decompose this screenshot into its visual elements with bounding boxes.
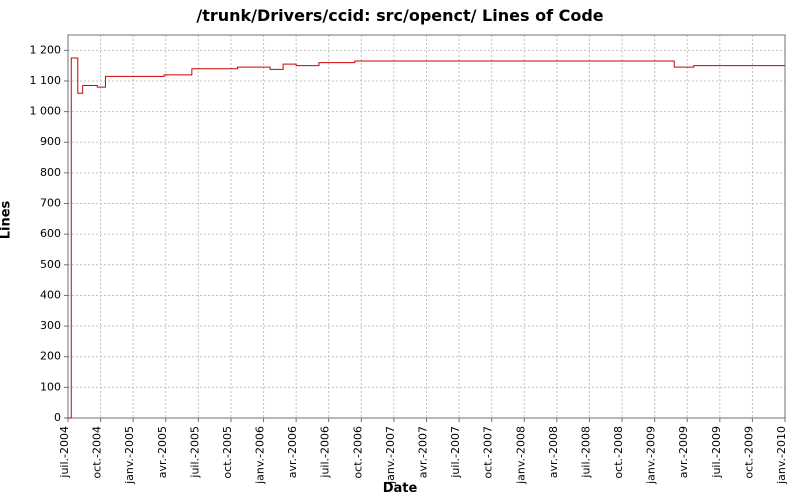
x-tick-label: janv.-2009 [645, 426, 658, 485]
x-tick-label: janv.-2008 [514, 426, 527, 485]
x-tick-label: oct.-2008 [612, 426, 625, 479]
x-tick-label: oct.-2004 [91, 426, 104, 479]
x-tick-label: oct.-2005 [221, 426, 234, 479]
y-tick-label: 1 000 [30, 105, 62, 118]
chart-svg: 0 100 200 300 400 500 600 700 800 900 1 000 1 100 1 … [0, 0, 800, 500]
x-tick-label: juil.-2004 [58, 426, 71, 479]
x-tick-label: avr.-2008 [547, 426, 560, 478]
y-tick-label: 1 100 [30, 74, 62, 87]
y-tick-label: 0 [54, 411, 61, 424]
y-tick-label: 100 [40, 380, 61, 393]
x-tick-label: janv.-2010 [775, 426, 788, 485]
y-tick-label: 500 [40, 258, 61, 271]
y-tick-label: 700 [40, 197, 61, 210]
x-tick-label: avr.-2006 [286, 426, 299, 478]
x-tick-label: oct.-2006 [351, 426, 364, 479]
x-tick-label: oct.-2009 [742, 426, 755, 479]
x-tick-label: avr.-2007 [417, 426, 430, 478]
x-tick-label: avr.-2005 [156, 426, 169, 478]
x-tick-label: juil.-2007 [449, 426, 462, 479]
chart-container: /trunk/Drivers/ccid: src/openct/ Lines o… [0, 0, 800, 500]
x-tick-label: juil.-2005 [188, 426, 201, 479]
x-tick-label: juil.-2009 [710, 426, 723, 479]
y-tick-label: 400 [40, 288, 61, 301]
x-tick-label: avr.-2009 [677, 426, 690, 478]
x-tick-label: janv.-2005 [123, 426, 136, 485]
y-tick-label: 1 200 [30, 43, 62, 56]
y-tick-label: 600 [40, 227, 61, 240]
y-tick-label: 900 [40, 135, 61, 148]
y-tick-label: 200 [40, 350, 61, 363]
x-tick-label: oct.-2007 [482, 426, 495, 479]
x-tick-label: juil.-2008 [579, 426, 592, 479]
x-tick-label: janv.-2006 [254, 426, 267, 485]
x-tick-label: juil.-2006 [319, 426, 332, 479]
y-tick-label: 800 [40, 166, 61, 179]
y-tick-label: 300 [40, 319, 61, 332]
x-tick-label: janv.-2007 [384, 426, 397, 485]
